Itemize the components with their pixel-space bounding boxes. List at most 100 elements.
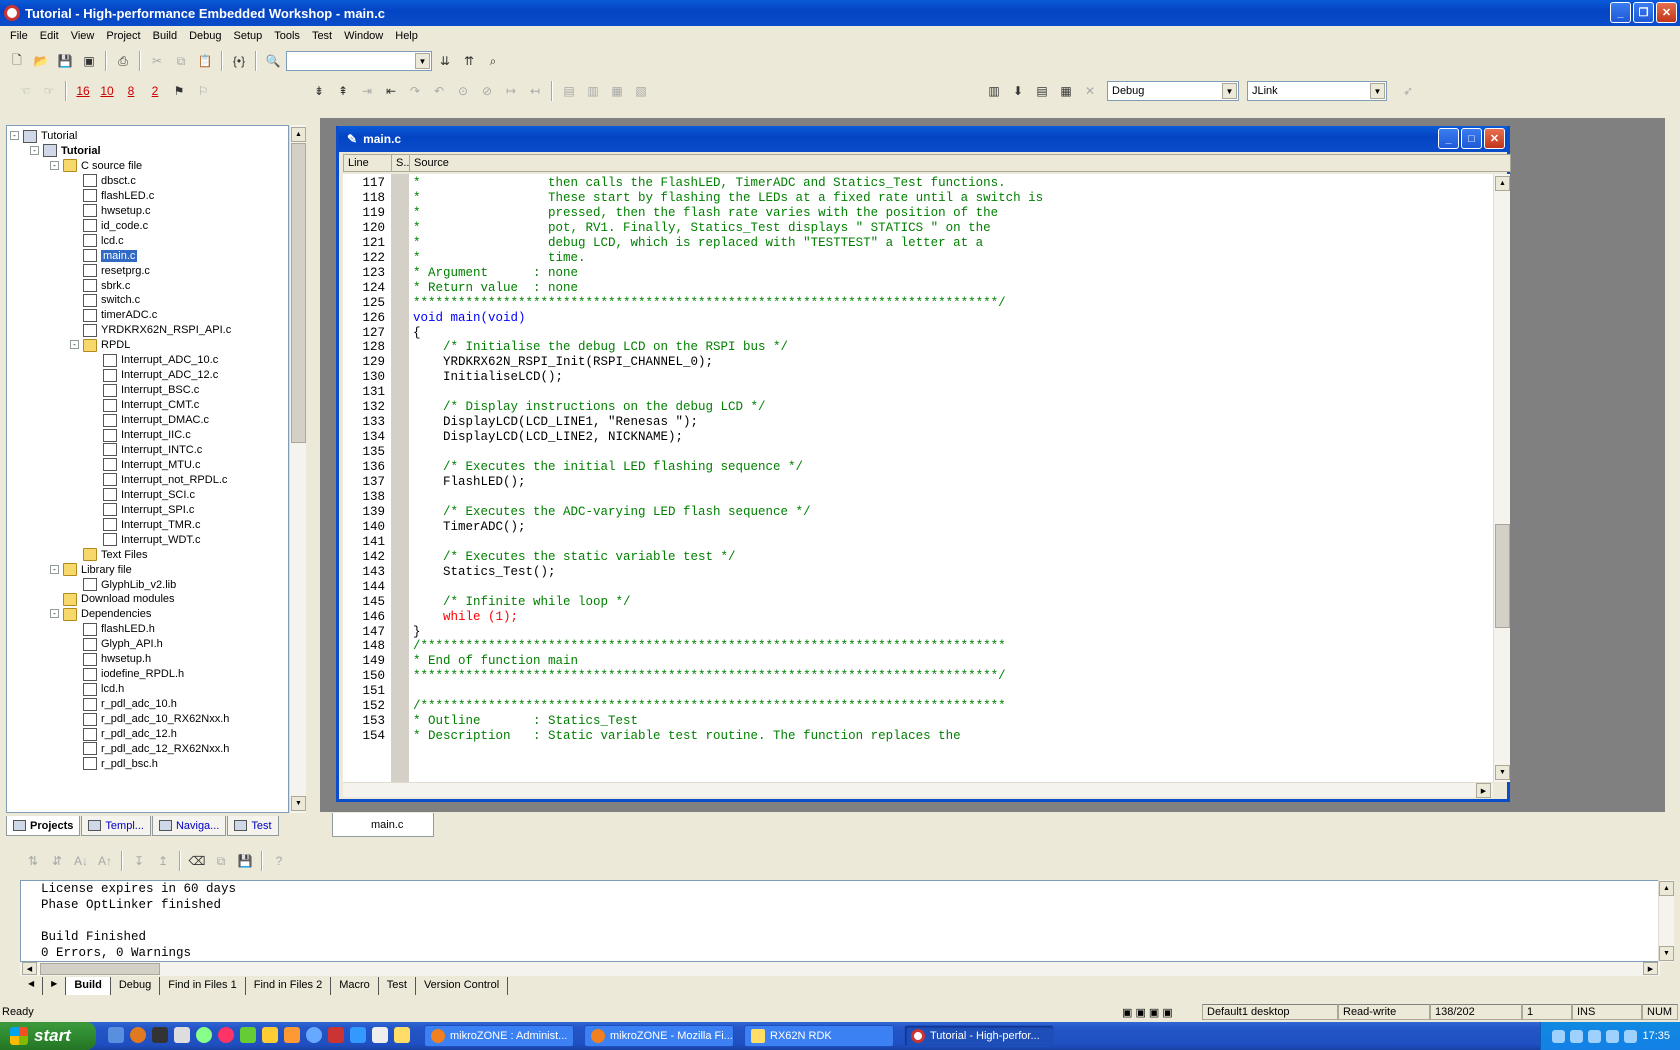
scroll-down-icon[interactable]: ▼ xyxy=(1495,765,1510,780)
layout-icons[interactable]: ▣ ▣ ▣ ▣ xyxy=(1118,1004,1198,1020)
menu-view[interactable]: View xyxy=(65,30,101,42)
code-line[interactable]: 139 /* Executes the ADC-varying LED flas… xyxy=(343,504,1493,520)
editor-minimize-button[interactable]: _ xyxy=(1438,128,1459,149)
menu-build[interactable]: Build xyxy=(147,30,183,42)
editor-hscrollbar[interactable]: ▶ xyxy=(343,782,1493,798)
wand-icon[interactable]: ➶ xyxy=(1397,80,1419,102)
code-line[interactable]: 125 *************************************… xyxy=(343,295,1493,311)
sort-asc-icon[interactable]: ⇅ xyxy=(22,850,44,872)
tab-find-in-files-1[interactable]: Find in Files 1 xyxy=(160,977,246,995)
tab-projects[interactable]: Projects xyxy=(6,816,81,836)
tree-file[interactable]: lcd.h xyxy=(83,681,124,697)
tab-test[interactable]: Test xyxy=(379,977,416,995)
code-line[interactable]: 128 /* Initialise the debug LCD on the R… xyxy=(343,339,1493,355)
task-rx62n-rdk[interactable]: RX62N RDK xyxy=(744,1025,894,1047)
code-line[interactable]: 122 * time. xyxy=(343,250,1493,266)
menu-test[interactable]: Test xyxy=(306,30,338,42)
disconnect-icon[interactable]: ✕ xyxy=(1079,80,1101,102)
stop-icon[interactable]: ⊘ xyxy=(476,80,498,102)
tab-build[interactable]: Build xyxy=(66,977,111,995)
collapse-icon[interactable]: - xyxy=(70,340,79,350)
menu-setup[interactable]: Setup xyxy=(228,30,269,42)
tree-scroll-thumb[interactable] xyxy=(291,143,306,443)
scroll-down-icon[interactable]: ▼ xyxy=(1659,946,1674,961)
minimize-button[interactable]: _ xyxy=(1610,2,1631,23)
tree-file[interactable]: Interrupt_WDT.c xyxy=(103,532,200,548)
tree-file[interactable]: r_pdl_adc_12_RX62Nxx.h xyxy=(83,741,229,757)
tree-file[interactable]: r_pdl_adc_10.h xyxy=(83,696,177,712)
save-output-icon[interactable]: 💾 xyxy=(234,850,256,872)
new-file-icon[interactable]: 🗋 xyxy=(6,50,28,72)
watch-icon[interactable]: ⚑ xyxy=(168,80,190,102)
tree-file[interactable]: id_code.c xyxy=(83,218,148,234)
tab-navigation[interactable]: Naviga... xyxy=(151,816,227,836)
code-line[interactable]: 138 xyxy=(343,489,1493,505)
tab-templates[interactable]: Templ... xyxy=(81,816,151,836)
save-all-icon[interactable]: ▣ xyxy=(78,50,100,72)
tree-file[interactable]: switch.c xyxy=(83,292,140,308)
breakpoint-icon[interactable]: ▤ xyxy=(558,80,580,102)
tree-file[interactable]: Interrupt_ADC_10.c xyxy=(103,352,218,368)
code-area[interactable]: 117 * then calls the FlashLED, TimerADC a… xyxy=(343,174,1493,782)
tab-test[interactable]: Test xyxy=(227,816,279,836)
code-line[interactable]: 129 YRDKRX62N_RSPI_Init(RSPI_CHANNEL_0); xyxy=(343,354,1493,370)
dec-10-button[interactable]: 10 xyxy=(96,80,118,102)
editor-maximize-button[interactable]: □ xyxy=(1461,128,1482,149)
editor-vscrollbar[interactable]: ▲ ▼ xyxy=(1493,174,1510,782)
menu-project[interactable]: Project xyxy=(100,30,146,42)
scroll-left-icon[interactable]: ◀ xyxy=(22,962,37,975)
code-line[interactable]: 152 /************************************… xyxy=(343,698,1493,714)
oct-8-button[interactable]: 8 xyxy=(120,80,142,102)
tab-macro[interactable]: Macro xyxy=(331,977,379,995)
tree-folder-dependencies[interactable]: Dependencies xyxy=(63,606,151,622)
editor-close-button[interactable]: ✕ xyxy=(1484,128,1505,149)
app-icon[interactable] xyxy=(240,1027,256,1043)
tree-scrollbar[interactable]: ▲ ▼ xyxy=(289,125,306,813)
task-mikrozone-firefox[interactable]: mikroZONE - Mozilla Fi... xyxy=(584,1025,734,1047)
tree-file[interactable]: resetprg.c xyxy=(83,263,150,279)
tab-scroll-left-icon[interactable]: ◀ xyxy=(20,977,44,995)
output-hscroll-thumb[interactable] xyxy=(40,963,160,975)
tree-file[interactable]: Interrupt_DMAC.c xyxy=(103,412,209,428)
scroll-up-icon[interactable]: ▲ xyxy=(1659,881,1674,896)
tree-file[interactable]: Interrupt_CMT.c xyxy=(103,397,199,413)
print-icon[interactable]: ⎙ xyxy=(112,50,134,72)
tree-folder-library[interactable]: Library file xyxy=(63,562,132,578)
code-line[interactable]: 130 InitialiseLCD(); xyxy=(343,369,1493,385)
app-icon[interactable] xyxy=(4,5,20,21)
col-s[interactable]: S.. xyxy=(392,155,410,171)
code-line[interactable]: 131 xyxy=(343,384,1493,400)
code-line[interactable]: 132 /* Display instructions on the debug… xyxy=(343,399,1493,415)
tree-file[interactable]: Interrupt_not_RPDL.c xyxy=(103,472,227,488)
code-line[interactable]: 143 Statics_Test(); xyxy=(343,564,1493,580)
code-line[interactable]: 119 * pressed, then the flash rate varies… xyxy=(343,205,1493,221)
app-icon[interactable] xyxy=(262,1027,278,1043)
menu-tools[interactable]: Tools xyxy=(268,30,306,42)
code-line[interactable]: 136 /* Executes the initial LED flashing… xyxy=(343,459,1493,475)
tree-file[interactable]: hwsetup.c xyxy=(83,203,151,219)
tree-file[interactable]: lcd.c xyxy=(83,233,124,249)
sort-desc-icon[interactable]: ⇵ xyxy=(46,850,68,872)
collapse-icon[interactable]: - xyxy=(10,131,19,140)
code-line[interactable]: 133 DisplayLCD(LCD_LINE1, "Renesas "); xyxy=(343,414,1493,430)
download-icon[interactable]: ⬇ xyxy=(1007,80,1029,102)
copy-icon[interactable]: ⧉ xyxy=(170,50,192,72)
close-button[interactable]: ✕ xyxy=(1656,2,1677,23)
menu-file[interactable]: File xyxy=(4,30,34,42)
app-icon[interactable] xyxy=(350,1027,366,1043)
code-line[interactable]: 120 * pot, RV1. Finally, Statics_Test dis… xyxy=(343,220,1493,236)
hand-icon[interactable]: ☜ xyxy=(14,80,36,102)
tree-file[interactable]: hwsetup.h xyxy=(83,651,151,667)
save-icon[interactable]: 💾 xyxy=(54,50,76,72)
code-line[interactable]: 117 * then calls the FlashLED, TimerADC a… xyxy=(343,175,1493,191)
code-line[interactable]: 121 * debug LCD, which is replaced with "… xyxy=(343,235,1493,251)
restore-button[interactable]: ❐ xyxy=(1633,2,1654,23)
tray-icon[interactable] xyxy=(1570,1029,1584,1043)
code-line[interactable]: 150 *************************************… xyxy=(343,668,1493,684)
memory-icon[interactable]: ▤ xyxy=(1031,80,1053,102)
find-icon[interactable]: 🔍 xyxy=(262,50,284,72)
tree-file[interactable]: Interrupt_BSC.c xyxy=(103,382,199,398)
code-line[interactable]: 142 /* Executes the static variable test… xyxy=(343,549,1493,565)
app-icon[interactable] xyxy=(372,1027,388,1043)
code-line[interactable]: 140 TimerADC(); xyxy=(343,519,1493,535)
